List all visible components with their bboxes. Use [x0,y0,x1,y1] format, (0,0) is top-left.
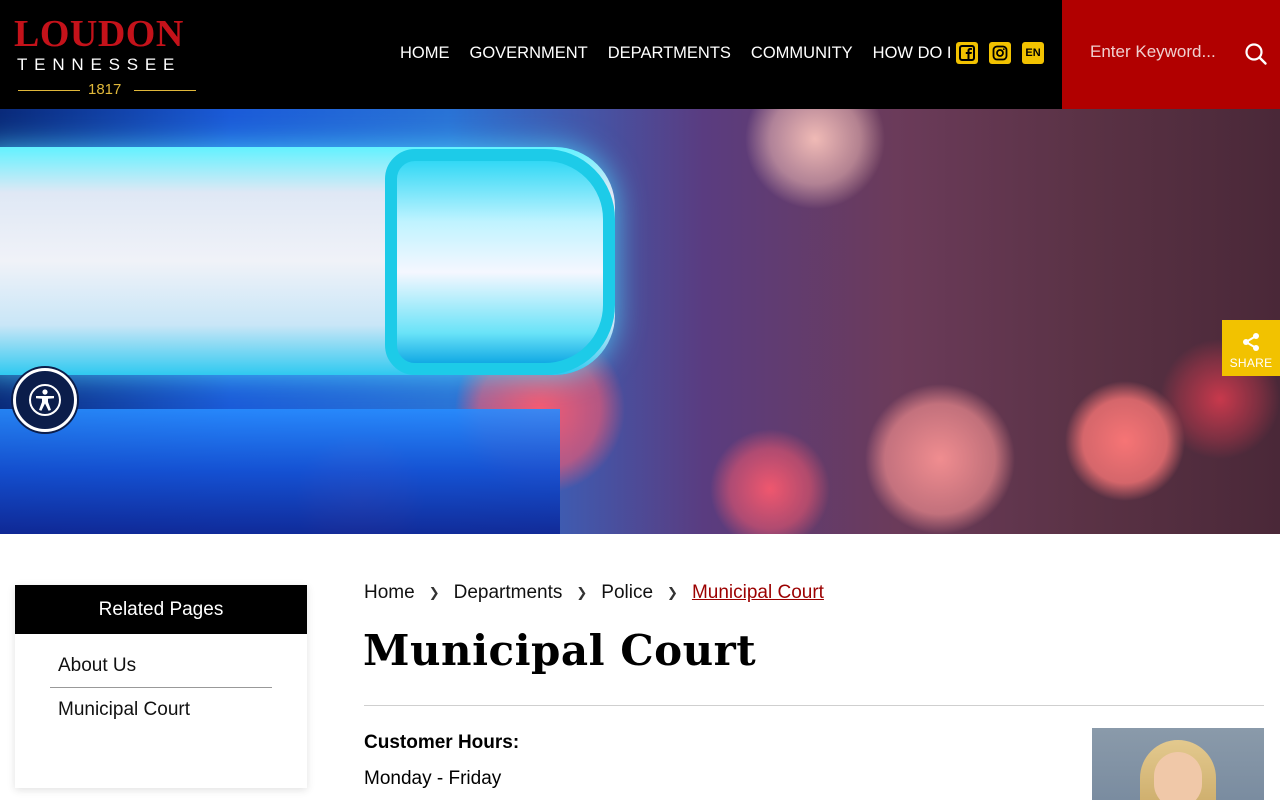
sidebar-item-municipal-court[interactable]: Municipal Court [50,688,272,732]
nav-item-home[interactable]: HOME [400,44,450,63]
title-divider [364,705,1264,706]
page-title: Municipal Court [363,626,757,675]
nav-item-how-do-i[interactable]: HOW DO I [873,44,952,63]
search-box [1062,0,1280,109]
site-logo[interactable]: LOUDON TENNESSEE 1817 [14,14,204,98]
accessibility-icon[interactable] [13,368,77,432]
site-header: LOUDON TENNESSEE 1817 HOME GOVERNMENT DE… [0,0,1280,109]
chevron-right-icon: ❯ [428,585,440,600]
sidebar-item-about-us[interactable]: About Us [50,644,272,688]
nav-item-government[interactable]: GOVERNMENT [470,44,588,63]
hero-police-light-end [385,149,615,375]
related-pages-panel: Related Pages About Us Municipal Court [15,585,307,788]
logo-divider-left [18,90,80,91]
logo-name: LOUDON [14,13,184,55]
search-icon[interactable] [1244,42,1268,66]
breadcrumb-home[interactable]: Home [364,582,415,604]
accessibility-glyph [29,384,61,416]
social-icons: EN [956,42,1044,64]
logo-divider-right [134,90,196,91]
chevron-right-icon: ❯ [576,585,588,600]
photo-face [1154,752,1202,800]
search-input[interactable] [1090,40,1240,64]
logo-state: TENNESSEE [17,55,182,74]
share-icon [1243,333,1259,351]
nav-item-community[interactable]: COMMUNITY [751,44,853,63]
nav-item-departments[interactable]: DEPARTMENTS [608,44,731,63]
facebook-glyph [959,45,975,61]
instagram-icon[interactable] [989,42,1011,64]
instagram-glyph [992,45,1008,61]
breadcrumb-police[interactable]: Police [601,582,653,604]
logo-year-row: 1817 [14,78,204,100]
related-pages-title: Related Pages [15,585,307,634]
breadcrumb-departments[interactable]: Departments [454,582,563,604]
share-button[interactable]: SHARE [1222,320,1280,376]
facebook-icon[interactable] [956,42,978,64]
main-nav: HOME GOVERNMENT DEPARTMENTS COMMUNITY HO… [400,42,972,64]
hero-lower-light [0,409,560,534]
customer-hours-label: Customer Hours: [364,732,520,753]
breadcrumb-municipal-court[interactable]: Municipal Court [692,582,824,604]
share-label: SHARE [1229,356,1273,370]
hero-banner-image [0,109,1280,534]
staff-photo [1092,728,1264,800]
chevron-right-icon: ❯ [667,585,678,600]
language-selector[interactable]: EN [1022,42,1044,64]
customer-hours-days: Monday - Friday [364,768,502,789]
breadcrumb: Home ❯ Departments ❯ Police ❯ Municipal … [364,580,824,606]
logo-year: 1817 [88,81,122,98]
